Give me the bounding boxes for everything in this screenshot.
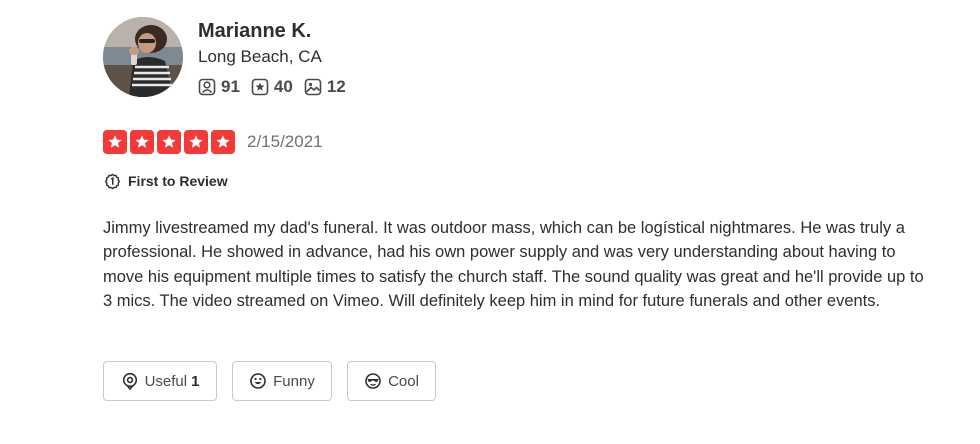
- photos-count: 12: [326, 77, 346, 96]
- photos-stat: 12: [304, 76, 346, 98]
- first-to-review-badge: First to Review: [104, 171, 228, 191]
- star-rating: [103, 130, 238, 154]
- star-icon: [211, 130, 235, 154]
- reviews-stat: 40: [251, 76, 293, 98]
- reviewer-stats: 91 40 12: [198, 76, 357, 98]
- cool-button[interactable]: Cool: [347, 361, 436, 401]
- friends-stat: 91: [198, 76, 240, 98]
- useful-count: 1: [191, 372, 200, 390]
- star-icon: [103, 130, 127, 154]
- useful-button[interactable]: Useful 1: [103, 361, 217, 401]
- friends-icon: [198, 78, 216, 96]
- reviewer-avatar[interactable]: [103, 17, 183, 97]
- star-icon: [184, 130, 208, 154]
- smile-icon: [250, 373, 266, 389]
- sunglasses-icon: [365, 373, 381, 389]
- reviews-count: 40: [273, 77, 293, 96]
- review-text: Jimmy livestreamed my dad's funeral. It …: [103, 219, 924, 311]
- funny-label: Funny: [273, 372, 315, 390]
- photo-icon: [304, 78, 322, 96]
- useful-label: Useful: [144, 372, 188, 390]
- cool-label: Cool: [388, 372, 419, 390]
- reviewer-location: Long Beach, CA: [198, 47, 322, 66]
- friends-count: 91: [221, 77, 240, 96]
- reviewer-name[interactable]: Marianne K.: [198, 18, 311, 44]
- review-star-icon: [251, 78, 269, 96]
- funny-button[interactable]: Funny: [232, 361, 332, 401]
- avatar-photo: [103, 17, 183, 97]
- star-icon: [157, 130, 181, 154]
- star-icon: [130, 130, 154, 154]
- first-review-icon: [104, 173, 121, 189]
- first-review-label: First to Review: [128, 173, 228, 189]
- review-date: 2/15/2021: [247, 132, 323, 151]
- lightbulb-icon: [122, 372, 137, 390]
